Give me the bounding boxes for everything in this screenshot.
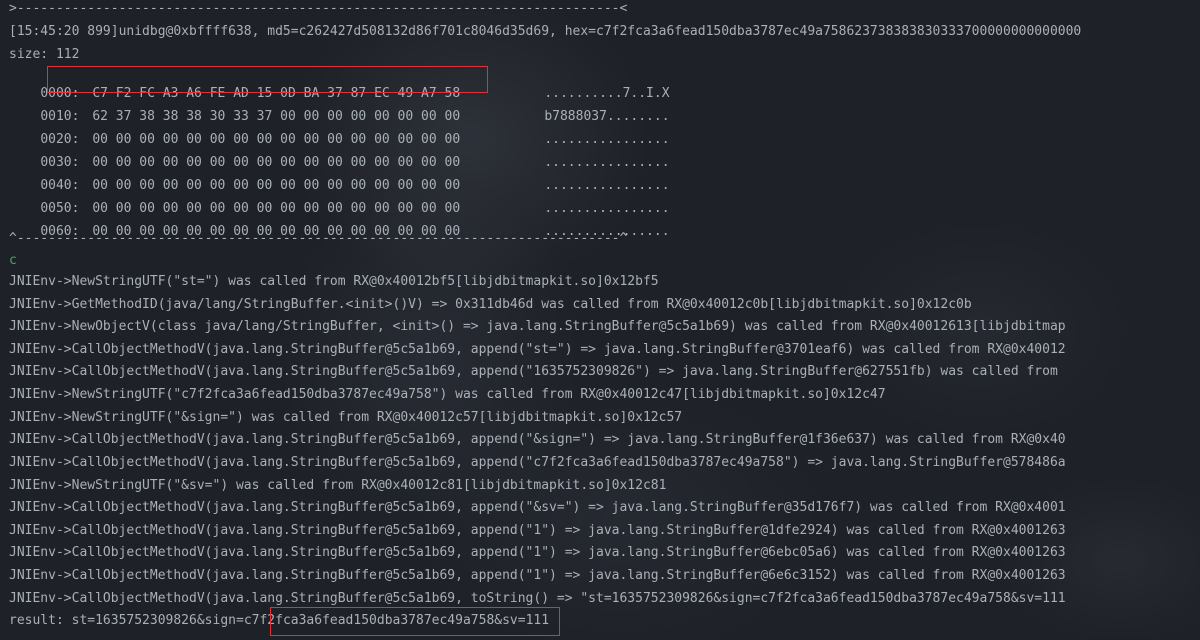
jni-log-line: JNIEnv->CallObjectMethodV(java.lang.Stri… [9,364,1058,379]
result-suffix: &sv=111 [494,613,550,628]
command-prompt-input[interactable]: c [9,253,17,269]
jni-log-line: JNIEnv->CallObjectMethodV(java.lang.Stri… [9,432,1066,447]
jni-log-line: JNIEnv->CallObjectMethodV(java.lang.Stri… [9,523,1066,538]
terminal-output[interactable]: >---------------------------------------… [9,0,1200,640]
hexdump-row: 0040: 00 00 00 00 00 00 00 00 00 00 00 00… [9,162,669,193]
jni-log-line: JNIEnv->CallObjectMethodV(java.lang.Stri… [9,455,1066,470]
jni-log-line: JNIEnv->NewStringUTF("c7f2fca3a6fead150d… [9,387,886,402]
hexdump-row: 0050: 00 00 00 00 00 00 00 00 00 00 00 00… [9,185,669,216]
jni-log-line: JNIEnv->CallObjectMethodV(java.lang.Stri… [9,568,1066,583]
jni-log-line: JNIEnv->NewStringUTF("&sv=") was called … [9,478,667,493]
jni-log-line: JNIEnv->NewStringUTF("&sign=") was calle… [9,410,683,425]
result-prefix: result: st=1635752309826&sign= [9,613,244,628]
jni-log-line: JNIEnv->CallObjectMethodV(java.lang.Stri… [9,500,1066,515]
jni-log-line: JNIEnv->CallObjectMethodV(java.lang.Stri… [9,545,1066,560]
result-sign-value: c7f2fca3a6fead150dba3787ec49a758 [243,613,495,628]
jni-log-line: JNIEnv->CallObjectMethodV(java.lang.Stri… [9,342,1066,357]
result-line: result: st=1635752309826&sign=c7f2fca3a6… [9,613,549,629]
dump-top-rule: >---------------------------------------… [9,1,628,16]
hexdump-row: 0060: 00 00 00 00 00 00 00 00 00 00 00 00… [9,208,669,239]
hexdump-row: 0000: C7 F2 FC A3 A6 FE AD 15 0D BA 37 87… [9,70,669,101]
debug-info-line: [15:45:20 899]unidbg@0xbffff638, md5=c26… [9,24,1082,39]
hexdump-row: 0030: 00 00 00 00 00 00 00 00 00 00 00 00… [9,139,669,170]
size-line: size: 112 [9,47,80,62]
dump-bottom-rule: ^---------------------------------------… [9,231,628,246]
jni-log-line: JNIEnv->CallObjectMethodV(java.lang.Stri… [9,591,1066,606]
jni-log-line: JNIEnv->GetMethodID(java/lang/StringBuff… [9,297,972,312]
jni-log-line: JNIEnv->NewObjectV(class java/lang/Strin… [9,319,1066,334]
hexdump-row: 0010: 62 37 38 38 38 30 33 37 00 00 00 00… [9,93,669,124]
hexdump-row: 0020: 00 00 00 00 00 00 00 00 00 00 00 00… [9,116,669,147]
jni-log-line: JNIEnv->NewStringUTF("st=") was called f… [9,274,659,289]
